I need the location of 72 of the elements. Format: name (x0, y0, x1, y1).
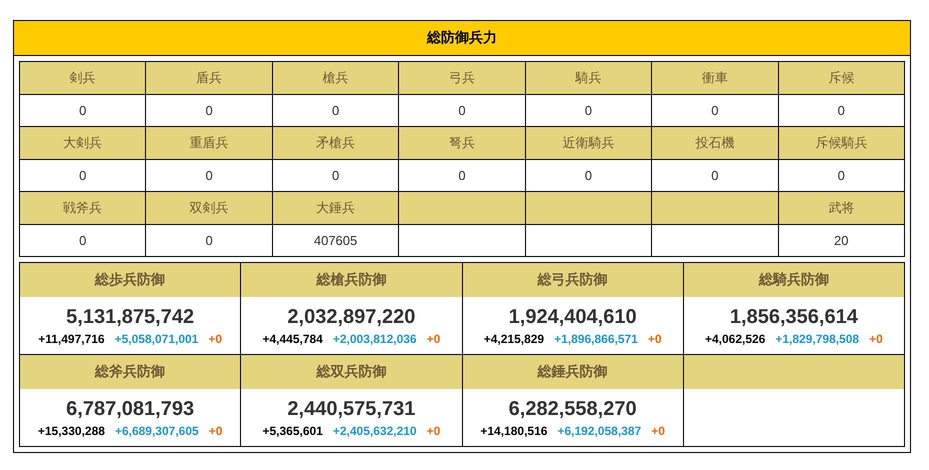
unit-count-cell: 0 (20, 94, 146, 126)
unit-count-cell: 0 (652, 94, 778, 126)
panel-title: 総防御兵力 (14, 21, 910, 56)
defense-breakdown-value: +2,405,632,210 (332, 424, 417, 438)
unit-count-cell: 0 (398, 160, 526, 192)
defense-breakdown-value: +4,062,526 (704, 332, 766, 346)
defense-header-cell: 総歩兵防御 (20, 263, 240, 297)
unit-header-cell: 近衛騎兵 (525, 126, 652, 160)
unit-count-cell: 0 (272, 160, 399, 192)
defense-breakdown-value: +15,330,288 (38, 424, 105, 438)
defense-total: 1,856,356,614 (730, 306, 858, 328)
defense-breakdown-value: +4,215,829 (484, 332, 544, 346)
unit-header-cell: 双剣兵 (146, 192, 272, 224)
unit-count-cell: 0 (525, 94, 652, 126)
defense-breakdown-value: +14,180,516 (480, 424, 548, 438)
defense-breakdown-value: +0 (869, 332, 883, 346)
defense-breakdown-value: +0 (208, 424, 222, 438)
defense-header-cell: 総斧兵防御 (20, 355, 240, 389)
unit-count-cell: 0 (146, 94, 272, 126)
defense-total: 1,924,404,610 (508, 306, 637, 328)
defense-header-cell: 総弓兵防御 (462, 263, 683, 297)
defense-header-cell: 総槍兵防御 (241, 263, 462, 297)
unit-header-cell: 騎兵 (525, 62, 652, 94)
unit-count-cell: 0 (272, 94, 399, 126)
defense-total: 6,787,081,793 (66, 398, 194, 420)
unit-header-cell: 盾兵 (146, 62, 272, 94)
defense-breakdown-value: +1,896,866,571 (554, 332, 638, 346)
unit-header-cell: 投石機 (652, 126, 778, 160)
unit-count-cell: 407605 (272, 224, 399, 256)
unit-header-cell: 戦斧兵 (20, 192, 146, 224)
unit-header-cell: 矛槍兵 (272, 126, 399, 160)
unit-count-cell: 0 (398, 94, 526, 126)
unit-header-cell: 弓兵 (398, 62, 526, 94)
defense-breakdown-value: +4,445,784 (262, 332, 323, 346)
defense-breakdown-value: +2,003,812,036 (332, 332, 417, 346)
unit-count-cell: 0 (146, 160, 272, 192)
defense-header-cell: 総双兵防御 (241, 355, 462, 389)
defense-breakdown-value: +0 (208, 332, 222, 346)
defense-breakdown-value: +0 (651, 424, 665, 438)
defense-total: 2,032,897,220 (287, 306, 416, 328)
unit-count-cell: 0 (20, 160, 146, 192)
unit-count-cell: 0 (146, 224, 272, 256)
unit-header-cell: 槍兵 (272, 62, 399, 94)
unit-count-cell: 0 (778, 160, 904, 192)
defense-breakdown-value: +0 (648, 332, 662, 346)
defense-breakdown-value: +5,058,071,001 (114, 332, 198, 346)
defense-breakdown-value: +0 (426, 332, 440, 346)
defense-breakdown-value: +5,365,601 (262, 424, 323, 438)
defense-header-cell: 総騎兵防御 (684, 263, 904, 297)
unit-header-cell: 大錘兵 (272, 192, 399, 224)
defense-total: 2,440,575,731 (287, 398, 416, 420)
defense-breakdown-value: +6,689,307,605 (114, 424, 199, 438)
defense-header-cell: 総錘兵防御 (462, 355, 683, 389)
defense-total: 6,282,558,270 (508, 398, 637, 420)
unit-header-cell: 武将 (778, 192, 904, 224)
defense-breakdown-value: +6,192,058,387 (557, 424, 642, 438)
defense-total: 5,131,875,742 (66, 306, 194, 328)
unit-header-cell: 大剣兵 (20, 126, 146, 160)
unit-header-cell: 斥候 (778, 62, 904, 94)
unit-count-cell: 0 (652, 160, 778, 192)
unit-count-cell: 0 (778, 94, 904, 126)
unit-header-cell: 弩兵 (398, 126, 526, 160)
defense-breakdown-value: +0 (426, 424, 440, 438)
unit-header-cell: 衝車 (652, 62, 778, 94)
defense-breakdown-value: +11,497,716 (38, 332, 105, 346)
unit-header-cell: 斥候騎兵 (778, 126, 904, 160)
unit-count-cell: 0 (20, 224, 146, 256)
unit-header-cell: 重盾兵 (146, 126, 272, 160)
unit-count-cell: 20 (778, 224, 904, 256)
unit-count-cell: 0 (525, 160, 652, 192)
defense-breakdown-value: +1,829,798,508 (775, 332, 860, 346)
unit-header-cell: 剣兵 (20, 62, 146, 94)
